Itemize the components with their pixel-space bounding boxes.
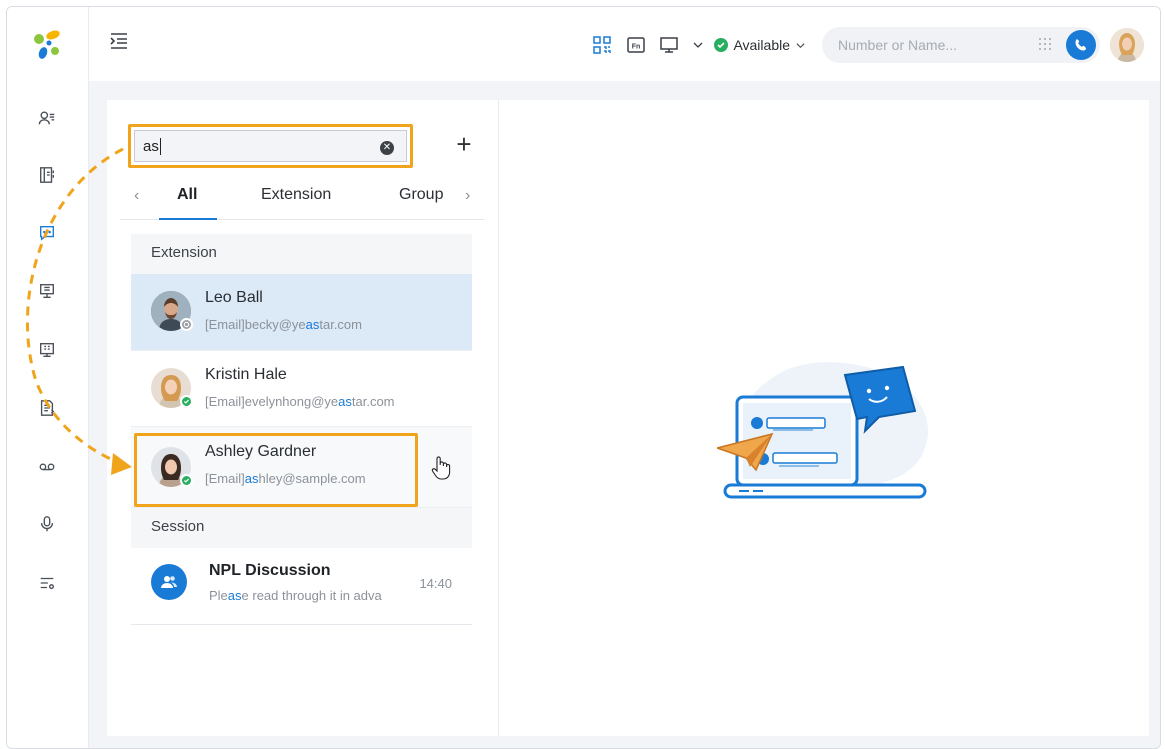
tab-extension[interactable]: Extension [261, 186, 331, 204]
main-content: as ✕ + ‹ All Extension Group › Extension [107, 100, 1149, 736]
selection-highlight-frame [134, 433, 418, 507]
dialpad-icon[interactable] [1038, 37, 1052, 54]
list-item[interactable]: Leo Ball [Email]becky@yeastar.com [131, 274, 472, 351]
section-header-session: Session [131, 508, 472, 548]
contact-email: [Email]evelynhong@yeastar.com [205, 394, 395, 409]
voicemail-icon[interactable] [36, 455, 58, 477]
search-input[interactable]: as ✕ [134, 130, 407, 162]
presence-status-label: Available [733, 37, 790, 53]
result-tabs: ‹ All Extension Group › [120, 177, 484, 220]
call-button[interactable] [1066, 30, 1096, 60]
hand-cursor-icon [431, 456, 451, 480]
user-avatar[interactable] [1110, 28, 1144, 62]
chevron-right-icon[interactable]: › [465, 187, 470, 205]
menu-toggle-icon[interactable] [107, 29, 131, 53]
presence-offline-badge [180, 318, 193, 331]
call-logs-icon[interactable] [36, 397, 58, 419]
contacts-icon[interactable] [36, 107, 58, 129]
active-tab-indicator [159, 218, 217, 220]
presence-online-badge [180, 395, 193, 408]
list-item[interactable]: NPL Discussion 14:40 Please read through… [131, 548, 472, 625]
contact-name: Kristin Hale [205, 366, 287, 383]
session-title: NPL Discussion [209, 562, 331, 579]
tab-group[interactable]: Group [399, 186, 443, 204]
app-window: Fn Available Number or Name... as ✕ + ‹ … [6, 6, 1161, 749]
yeastar-logo [34, 30, 60, 59]
desk-phone-icon[interactable] [658, 33, 682, 57]
svg-text:Fn: Fn [632, 44, 641, 51]
dial-input[interactable] [838, 37, 1018, 53]
check-circle-icon [714, 38, 729, 52]
chat-empty-state-illustration [717, 362, 928, 499]
function-keys-icon[interactable]: Fn [624, 33, 648, 57]
search-value: as [143, 137, 159, 155]
meeting-room-icon[interactable] [36, 339, 58, 361]
chat-icon[interactable] [36, 222, 58, 244]
recording-icon[interactable] [36, 513, 58, 535]
settings-icon[interactable] [36, 572, 58, 594]
top-toolbar: Fn Available [590, 27, 1144, 63]
contact-email: [Email]becky@yeastar.com [205, 317, 362, 332]
group-chat-icon [151, 564, 187, 600]
chevron-down-icon [796, 42, 805, 48]
text-caret [159, 137, 161, 155]
qr-code-icon[interactable] [590, 33, 614, 57]
phonebook-icon[interactable] [36, 164, 58, 186]
top-bar: Fn Available [89, 7, 1160, 81]
list-item[interactable]: Kristin Hale [Email]evelynhong@yeastar.c… [131, 351, 472, 427]
dial-search-box [822, 27, 1100, 63]
left-nav-bar [7, 7, 89, 748]
presence-status-dropdown[interactable]: Available [714, 37, 806, 53]
search-panel: as ✕ + ‹ All Extension Group › Extension [107, 100, 499, 736]
add-chat-button[interactable]: + [451, 131, 477, 158]
conference-icon[interactable] [36, 280, 58, 302]
session-timestamp: 14:40 [419, 576, 452, 591]
tab-all[interactable]: All [177, 186, 197, 204]
section-header-extension: Extension [131, 234, 472, 274]
chevron-left-icon[interactable]: ‹ [134, 187, 139, 205]
contact-name: Leo Ball [205, 289, 263, 306]
session-preview: Please read through it in adva [209, 588, 382, 603]
clear-icon[interactable]: ✕ [380, 141, 394, 155]
chevron-down-icon[interactable] [692, 33, 704, 57]
phone-icon [1075, 39, 1086, 51]
search-highlight-frame: as ✕ [128, 124, 413, 168]
